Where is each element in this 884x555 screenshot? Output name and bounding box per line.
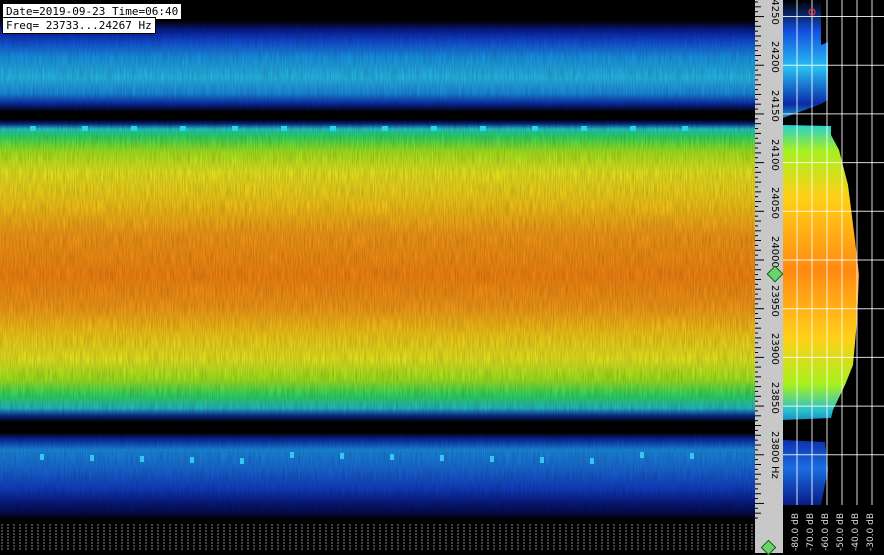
tone-mark [82, 126, 88, 131]
spectrum-plot [783, 0, 884, 520]
tone-mark [330, 126, 336, 131]
tone-mark [90, 455, 94, 461]
frequency-tick-label: 24150 [769, 89, 780, 122]
tone-mark [232, 126, 238, 131]
tone-mark [281, 126, 287, 131]
tone-mark [190, 457, 194, 463]
waterfall-display[interactable]: Date=2019-09-23 Time=06:40 Freq= 23733..… [0, 0, 755, 520]
tone-mark [640, 452, 644, 458]
tone-mark [590, 458, 594, 464]
tone-mark [581, 126, 587, 131]
tone-mark [340, 453, 344, 459]
tone-mark [490, 456, 494, 462]
level-tick-label: -80.0 dB [791, 512, 801, 551]
tone-mark [140, 456, 144, 462]
time-ticks [1, 524, 753, 551]
tone-mark [480, 126, 486, 131]
tone-mark [131, 126, 137, 131]
tone-mark [690, 453, 694, 459]
level-tick-label: -40.0 dB [851, 512, 861, 551]
frequency-tick-label: 23850 [769, 382, 780, 414]
tone-mark [440, 455, 444, 461]
level-tick-label: -50.0 dB [836, 512, 846, 551]
level-tick-label: -60.0 dB [821, 512, 831, 551]
tone-mark [630, 126, 636, 131]
tone-mark [431, 126, 437, 131]
spectrum-panel[interactable] [783, 0, 884, 520]
frequency-tick-label: 24000 [769, 236, 780, 268]
tone-mark [40, 454, 44, 460]
tone-mark [180, 126, 186, 131]
frequency-tick-label: 24200 [769, 41, 780, 74]
waterfall-image [0, 0, 755, 520]
time-axis [0, 520, 755, 553]
tone-mark [390, 454, 394, 460]
tone-mark [682, 126, 688, 131]
frequency-scale[interactable]: 24250 24200 24150 24100 24050 24000 23950 23900… [755, 0, 783, 520]
tone-mark [382, 126, 388, 131]
tone-mark [290, 452, 294, 458]
tone-mark [30, 126, 36, 131]
frequency-tick-label: 24100 [769, 138, 780, 171]
tone-mark [240, 458, 244, 464]
frequency-tick-label: 23900 [769, 333, 780, 366]
tone-mark [532, 126, 538, 131]
level-tick-label: -70.0 dB [806, 512, 816, 551]
frequency-tick-label: 24050 [769, 187, 780, 220]
frequency-tick-label: 23950 [769, 284, 780, 317]
frequency-tick-label: 24250 [769, 0, 780, 25]
frequency-range-label: Freq= 23733...24267 Hz [2, 17, 156, 34]
frequency-tick-label: 23800 Hz [769, 430, 780, 479]
tone-mark [540, 457, 544, 463]
level-tick-label: -30.0 dB [866, 512, 876, 551]
level-axis: -80.0 dB -70.0 dB -60.0 dB -50.0 dB -40.0 dB… [783, 505, 884, 553]
